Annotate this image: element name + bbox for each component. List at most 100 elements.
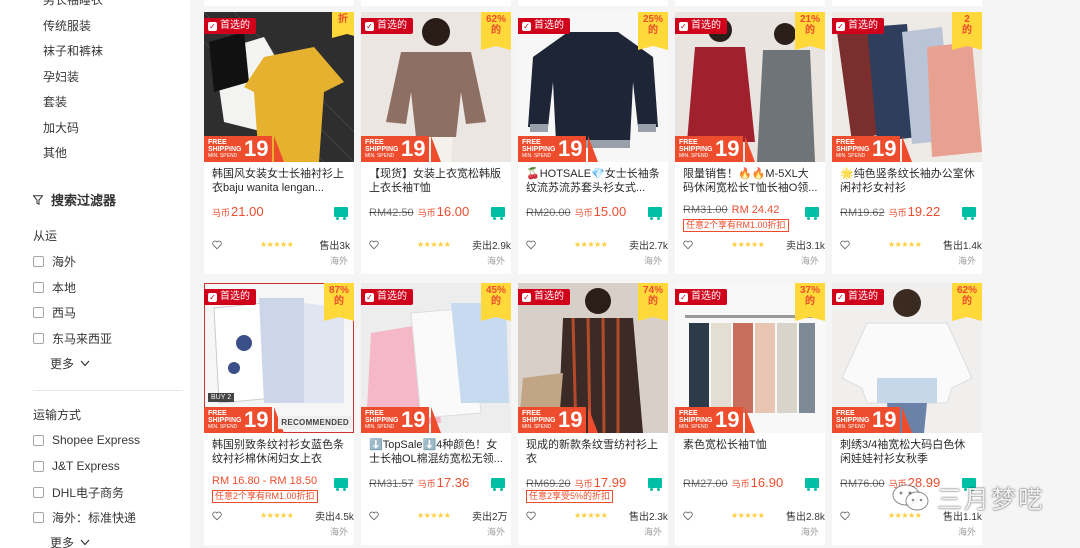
- heart-icon[interactable]: [683, 511, 693, 521]
- free-shipping-truck-icon: [334, 207, 348, 220]
- product-image[interactable]: ✓ 首选的 37% 的 FREE SHIPPING MIN. SPEND 19: [675, 283, 825, 433]
- check-icon: ✓: [208, 21, 217, 31]
- checkbox[interactable]: [33, 282, 44, 293]
- product-image[interactable]: ✓ 首选的 2 的 FREE SHIPPING MIN. SPEND 19: [832, 12, 982, 162]
- ship-location: 海外: [957, 256, 976, 266]
- checkbox[interactable]: [33, 487, 44, 498]
- price-row: RM20.00 马币 15.00: [526, 204, 666, 219]
- ship-from-option[interactable]: 本地: [33, 279, 76, 296]
- heart-icon[interactable]: [840, 240, 850, 250]
- ship-from-option[interactable]: 海外: [33, 253, 76, 270]
- product-title[interactable]: 🌟纯色竖条纹长袖办公室休闲衬衫女衬衫: [840, 167, 976, 195]
- shipping-option[interactable]: J&T Express: [33, 459, 120, 473]
- sale-price: RM 24.42: [731, 204, 780, 216]
- shipping-option[interactable]: 海外：标准快递: [33, 509, 136, 526]
- product-card[interactable]: ✓ 首选的 37% 的 FREE SHIPPING MIN. SPEND 19 素…: [675, 283, 825, 545]
- discount-badge: 折: [332, 12, 354, 38]
- discount-badge: 87% 的: [324, 283, 354, 321]
- shipping-more-button[interactable]: 更多: [50, 534, 90, 548]
- star-rating: ★★★★★: [417, 240, 451, 249]
- product-card[interactable]: ✓ 首选的 74% 的 FREE SHIPPING MIN. SPEND 19 现…: [518, 283, 668, 545]
- checkbox[interactable]: [33, 307, 44, 318]
- ship-from-option[interactable]: 西马: [33, 304, 76, 321]
- product-card[interactable]: ✓ 首选的 45% 的 FREE SHIPPING MIN. SPEND 19 ⬇…: [361, 283, 511, 545]
- product-image[interactable]: ✓ 首选的 45% 的 FREE SHIPPING MIN. SPEND 19: [361, 283, 511, 433]
- category-link[interactable]: 其他: [43, 144, 67, 161]
- heart-icon[interactable]: [840, 511, 850, 521]
- heart-icon[interactable]: [526, 240, 536, 250]
- free-shipping-truck-icon: [805, 478, 819, 491]
- product-title[interactable]: ⬇️TopSale⬇️4种颜色！女士长袖OL棉混纺宽松无领...: [369, 438, 505, 466]
- category-link[interactable]: 套装: [43, 93, 67, 110]
- product-card[interactable]: ✓ 首选的 2 的 FREE SHIPPING MIN. SPEND 19 🌟纯色…: [832, 12, 982, 274]
- checkbox[interactable]: [33, 460, 44, 472]
- category-link[interactable]: 加大码: [43, 119, 79, 136]
- free-shipping-truck-icon: [962, 207, 976, 220]
- free-shipping-banner: FREE SHIPPING MIN. SPEND 19: [675, 407, 744, 433]
- original-price: RM20.00: [526, 207, 571, 219]
- filter-heading-label: 搜索过滤器: [51, 193, 117, 208]
- product-card[interactable]: ✓ 首选的 25% 的 FREE SHIPPING MIN. SPEND 19 🍒…: [518, 12, 668, 274]
- category-link[interactable]: 男长袖睡衣: [43, 0, 103, 8]
- shipping-banner-tail: [588, 407, 598, 433]
- search-filter-heading: 搜索过滤器: [33, 190, 116, 209]
- category-link[interactable]: 传统服装: [43, 17, 91, 34]
- option-label: Shopee Express: [52, 433, 141, 447]
- free-shipping-truck-icon: [805, 207, 819, 220]
- option-label: 本地: [52, 281, 77, 295]
- product-title[interactable]: 限量销售！🔥🔥M-5XL大码休闲宽松长T恤长袖O领...: [683, 167, 819, 195]
- rating-row: ★★★★★ 卖出3.1k: [683, 237, 825, 252]
- heart-icon[interactable]: [212, 511, 222, 521]
- product-image[interactable]: ✓ 首选的 21% 的 FREE SHIPPING MIN. SPEND 19: [675, 12, 825, 162]
- product-card[interactable]: ✓ 首选的 折 FREE SHIPPING MIN. SPEND 19 韩国风女装…: [204, 12, 354, 274]
- product-title[interactable]: 🍒HOTSALE💎女士长袖条纹流苏流苏套头衫女式...: [526, 167, 662, 195]
- shipping-option[interactable]: Shopee Express: [33, 433, 140, 447]
- category-link[interactable]: 孕妇装: [43, 68, 79, 85]
- product-card[interactable]: ✓ 首选的 62% 的 FREE SHIPPING MIN. SPEND 19 【…: [361, 12, 511, 274]
- discount-badge: 25% 的: [638, 12, 668, 50]
- ship-from-more-button[interactable]: 更多: [50, 355, 90, 372]
- heart-icon[interactable]: [369, 240, 379, 250]
- free-shipping-truck-icon: [648, 478, 662, 491]
- product-title[interactable]: 现成的新款条纹雪纺衬衫上衣: [526, 438, 662, 466]
- category-link[interactable]: 袜子和裤袜: [43, 42, 103, 59]
- free-shipping-truck-icon: [491, 478, 505, 491]
- product-image[interactable]: ✓ 首选的 74% 的 FREE SHIPPING MIN. SPEND 19: [518, 283, 668, 433]
- sale-price: 15.00: [593, 204, 627, 219]
- original-price: RM19.62: [840, 207, 885, 219]
- product-title[interactable]: 韩国风女装女士长袖衬衫上衣baju wanita lengan...: [212, 167, 348, 195]
- free-shipping-label: FREE SHIPPING MIN. SPEND: [522, 409, 556, 430]
- product-title[interactable]: 韩国别致条纹衬衫女蓝色条纹衬衫棉休闲妇女上衣: [212, 438, 348, 466]
- product-image[interactable]: ✓ 首选的 87% 的 FREE SHIPPING MIN. SPEND 19 R…: [204, 283, 354, 433]
- heart-icon[interactable]: [212, 240, 222, 250]
- heart-icon[interactable]: [683, 240, 693, 250]
- product-card[interactable]: ✓ 首选的 21% 的 FREE SHIPPING MIN. SPEND 19 限…: [675, 12, 825, 274]
- checkbox[interactable]: [33, 512, 44, 523]
- ship-from-option[interactable]: 东马来西亚: [33, 330, 112, 347]
- preferred-label: 首选的: [691, 20, 721, 31]
- product-image[interactable]: ✓ 首选的 62% 的 FREE SHIPPING MIN. SPEND 19: [832, 283, 982, 433]
- product-title[interactable]: 【现货】女装上衣宽松韩版上衣长袖T恤: [369, 167, 505, 195]
- product-title[interactable]: 素色宽松长袖T恤: [683, 438, 819, 466]
- min-spend-amount: 19: [401, 407, 426, 432]
- product-image[interactable]: ✓ 首选的 25% 的 FREE SHIPPING MIN. SPEND 19: [518, 12, 668, 162]
- heart-icon[interactable]: [526, 511, 536, 521]
- checkbox[interactable]: [33, 333, 44, 344]
- rating-row: ★★★★★ 卖出4.5k: [212, 508, 354, 523]
- shipping-option[interactable]: DHL电子商务: [33, 484, 124, 501]
- check-icon: ✓: [522, 21, 531, 31]
- checkbox[interactable]: [33, 256, 44, 267]
- checkbox[interactable]: [33, 434, 44, 446]
- product-image[interactable]: ✓ 首选的 62% 的 FREE SHIPPING MIN. SPEND 19: [361, 12, 511, 162]
- product-image[interactable]: ✓ 首选的 折 FREE SHIPPING MIN. SPEND 19: [204, 12, 354, 162]
- free-shipping-banner: FREE SHIPPING MIN. SPEND 19: [204, 407, 273, 433]
- product-title[interactable]: 刺绣3/4袖宽松大码白色休闲娃娃衬衫女秋季: [840, 438, 976, 466]
- bundle-promo-tag: 任意2个享有RM1.00折扣: [212, 490, 318, 503]
- free-shipping-truck-icon: [334, 478, 348, 491]
- heart-icon[interactable]: [369, 511, 379, 521]
- currency-label: 马币: [731, 479, 750, 489]
- sale-price: 17.99: [593, 475, 627, 490]
- preferred-label: 首选的: [377, 20, 407, 31]
- product-card[interactable]: ✓ 首选的 87% 的 FREE SHIPPING MIN. SPEND 19 R…: [204, 283, 354, 545]
- sold-count: 卖出2万: [472, 512, 508, 523]
